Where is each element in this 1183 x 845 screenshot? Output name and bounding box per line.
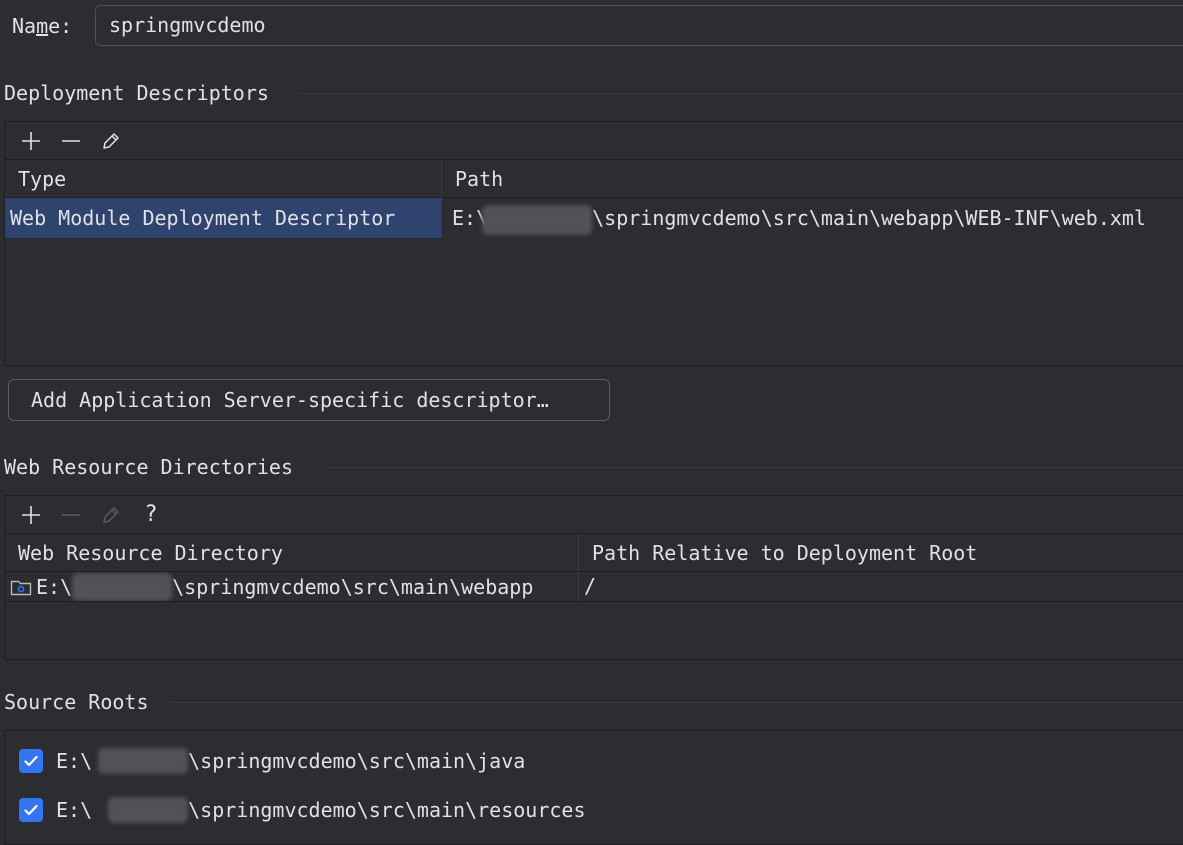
name-label: Name: [12,14,73,38]
redacted-segment [72,572,173,601]
web-resource-toolbar: ? [5,496,1183,534]
folder-icon [10,578,32,596]
table-row[interactable]: E:\ \springmvcdemo\src\main\webapp / [5,572,1183,602]
section-divider [326,467,1183,468]
column-header-path[interactable]: Path [441,160,1183,197]
list-item[interactable]: E:\ \springmvcdemo\src\main\resources [19,795,585,825]
column-header-web-resource-directory[interactable]: Web Resource Directory [5,534,578,571]
redacted-segment [108,797,189,823]
help-icon[interactable]: ? [133,499,169,531]
deployment-descriptors-table: Type Path Web Module Deployment Descript… [4,121,1183,366]
add-icon[interactable] [13,125,49,157]
web-resource-header: Web Resource Directory Path Relative to … [5,534,1183,572]
descriptor-path-cell: E:\ \springmvcdemo\src\main\webapp\WEB-IN… [441,198,1183,238]
remove-icon[interactable] [53,499,89,531]
redacted-segment [482,204,593,235]
web-resource-directories-title: Web Resource Directories [4,455,293,479]
edit-icon[interactable] [93,125,129,157]
section-divider [300,93,1183,94]
source-root-checkbox[interactable] [19,749,43,773]
source-root-path-suffix: \springmvcdemo\src\main\resources [188,798,586,822]
name-input[interactable]: springmvcdemo [95,5,1183,46]
deployment-descriptors-header: Type Path [5,160,1183,198]
table-row[interactable]: Web Module Deployment Descriptor E:\ \spr… [5,198,1183,238]
source-root-path-prefix: E:\ [56,798,93,822]
deployment-descriptors-title: Deployment Descriptors [4,81,269,105]
source-roots-title: Source Roots [4,690,149,714]
remove-icon[interactable] [53,125,89,157]
checkmark-icon [24,804,38,816]
web-resource-directories-table: ? Web Resource Directory Path Relative t… [4,495,1183,660]
column-header-type[interactable]: Type [5,160,441,197]
checkmark-icon [24,755,38,767]
add-icon[interactable] [13,499,49,531]
list-item[interactable]: E:\ \springmvcdemo\src\main\java [19,746,525,776]
edit-icon[interactable] [93,499,129,531]
source-root-path-suffix: \springmvcdemo\src\main\java [188,749,526,773]
section-divider [170,702,1183,703]
source-root-checkbox[interactable] [19,798,43,822]
redacted-segment [98,748,189,774]
descriptor-type-cell: Web Module Deployment Descriptor [10,206,396,230]
source-root-path-prefix: E:\ [56,749,93,773]
source-roots-list: E:\ \springmvcdemo\src\main\java E:\ \spri… [4,730,1183,845]
deployment-descriptors-toolbar [5,122,1183,160]
relative-path-cell: / [578,572,1183,601]
add-server-descriptor-button[interactable]: Add Application Server-specific descript… [8,379,610,421]
web-resource-directory-cell: E:\ \springmvcdemo\src\main\webapp [5,572,578,601]
column-header-relative-path[interactable]: Path Relative to Deployment Root [578,534,1183,571]
